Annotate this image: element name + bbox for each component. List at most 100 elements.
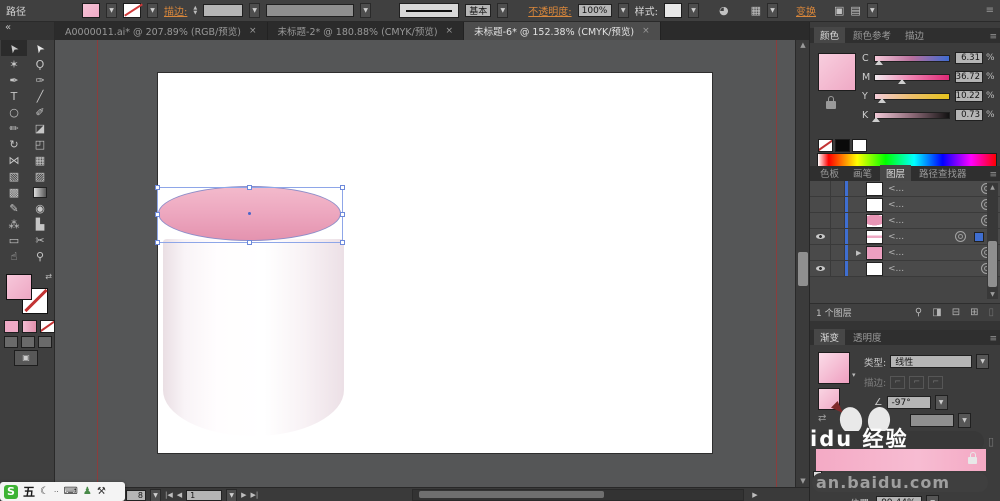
scroll-up-icon[interactable]: ▲	[796, 40, 810, 51]
style-swatch[interactable]	[664, 3, 682, 18]
layer-label[interactable]: <...	[888, 248, 981, 258]
direct-selection-tool[interactable]: ➤	[27, 40, 53, 56]
gradient-button[interactable]	[22, 320, 37, 333]
slice-tool[interactable]: ✂	[27, 232, 53, 248]
fill-color-swatch[interactable]	[82, 3, 100, 18]
layers-scroll-down-icon[interactable]: ▼	[987, 290, 998, 299]
type-dd-icon[interactable]: ▼	[976, 354, 989, 369]
layer-label[interactable]: <...	[888, 232, 955, 242]
opacity-dd-icon[interactable]: ▼	[618, 3, 629, 18]
tab-transparency[interactable]: 透明度	[847, 329, 888, 345]
lock-toggle[interactable]	[831, 181, 845, 196]
artboard-number-field[interactable]: 1	[186, 490, 222, 501]
sogou-logo-icon[interactable]: S	[4, 485, 18, 499]
channel-slider[interactable]	[874, 112, 950, 119]
layer-row-6[interactable]: ▶ <...	[810, 261, 1000, 277]
column-graph-tool[interactable]: ▙	[27, 216, 53, 232]
hand-tool[interactable]: ☝	[1, 248, 27, 264]
shape-builder-tool[interactable]: ▧	[1, 168, 27, 184]
stroke-along-icon[interactable]: ⌐	[909, 376, 924, 389]
handle-ne[interactable]	[340, 185, 345, 190]
stroke-weight-label[interactable]: 描边:	[164, 3, 187, 18]
doc-tab-1[interactable]: A0000011.ai* @ 207.89% (RGB/预览) ×	[55, 22, 268, 40]
delete-stop-icon[interactable]: ▯	[988, 435, 994, 448]
channel-value-field[interactable]: 10.22	[955, 90, 983, 102]
lasso-tool[interactable]: Ϙ	[27, 56, 53, 72]
doc-tab-3[interactable]: 未标题-6* @ 152.38% (CMYK/预览) ×	[464, 22, 661, 40]
pen-tool[interactable]: ✒	[1, 72, 27, 88]
new-layer-icon[interactable]: ⊞	[970, 307, 978, 318]
tab-color-guide[interactable]: 颜色参考	[847, 27, 897, 43]
location-field[interactable]: 99.44%	[876, 496, 922, 501]
tab-brushes[interactable]: 画笔	[847, 165, 878, 181]
stroke-dropdown-icon[interactable]: ▼	[147, 3, 158, 18]
prev-artboard-icon[interactable]: ◀	[177, 491, 182, 499]
stroke-across-icon[interactable]: ⌐	[928, 376, 943, 389]
gradient-swatch[interactable]	[818, 352, 850, 384]
slider-thumb-icon[interactable]	[872, 117, 880, 122]
gradient-type-select[interactable]: 线性	[890, 355, 972, 368]
eyedropper-tool[interactable]: ✎	[1, 200, 27, 216]
layer-row-2[interactable]: ▶ <...	[810, 197, 1000, 213]
ime-mode-label[interactable]: 五	[23, 483, 35, 500]
canvas-vscrollbar[interactable]: ▲ ▼	[795, 40, 809, 487]
scale-tool[interactable]: ◰	[27, 136, 53, 152]
doc-tab-close-icon[interactable]: ×	[249, 26, 257, 36]
tools-panel-header[interactable]: «	[0, 22, 54, 40]
layer-row-3[interactable]: ▶ <...	[810, 213, 1000, 229]
none-button[interactable]	[40, 320, 55, 333]
brush-definition-value[interactable]: 基本	[465, 4, 491, 17]
visibility-toggle[interactable]	[810, 229, 831, 244]
layers-panel-menu-icon[interactable]: ≡	[989, 170, 997, 180]
rotate-tool[interactable]: ↻	[1, 136, 27, 152]
canvas[interactable]	[55, 40, 795, 487]
layer-label[interactable]: <...	[888, 264, 981, 274]
fill-dropdown-icon[interactable]: ▼	[106, 3, 117, 18]
channel-value-field[interactable]: 0.73	[955, 109, 983, 121]
magic-wand-tool[interactable]: ✶	[1, 56, 27, 72]
selection-tool[interactable]: ➤	[1, 40, 27, 56]
layer-label[interactable]: <...	[888, 184, 981, 194]
distribute-icon[interactable]: ▤	[850, 4, 860, 17]
lock-toggle[interactable]	[831, 245, 845, 260]
angle-dd-icon[interactable]: ▼	[935, 395, 948, 410]
blend-tool[interactable]: ◉	[27, 200, 53, 216]
channel-value-field[interactable]: 6.31	[955, 52, 983, 64]
new-sublayer-icon[interactable]: ⊟	[952, 307, 960, 318]
black-swatch[interactable]	[835, 139, 850, 152]
lock-toggle[interactable]	[831, 213, 845, 228]
handle-s[interactable]	[247, 240, 252, 245]
layer-row-5[interactable]: ▶ <...	[810, 245, 1000, 261]
width-profile-dd-icon[interactable]: ▼	[360, 3, 371, 18]
transform-link[interactable]: 变换	[796, 3, 816, 18]
screen-mode-button[interactable]: ▣	[14, 350, 38, 366]
angle-field[interactable]: -97°	[887, 396, 931, 409]
tab-stroke[interactable]: 描边	[899, 27, 930, 43]
line-segment-tool[interactable]: ╱	[27, 88, 53, 104]
lock-toggle[interactable]	[831, 261, 845, 276]
cup-body-shape[interactable]	[163, 239, 344, 436]
paintbrush-tool[interactable]: ✐	[27, 104, 53, 120]
tab-swatches[interactable]: 色板	[814, 165, 845, 181]
artboard-dd-icon[interactable]: ▼	[226, 489, 237, 501]
keyboard-icon[interactable]: ⌨	[63, 486, 77, 497]
tab-layers[interactable]: 图层	[880, 165, 911, 181]
brush-dd-icon[interactable]: ▼	[497, 3, 508, 18]
zoom-tool[interactable]: ⚲	[27, 248, 53, 264]
layers-scrollbar[interactable]: ▲ ▼	[987, 183, 998, 299]
vscroll-thumb[interactable]	[798, 252, 808, 286]
ellipse-tool[interactable]: ○	[1, 104, 27, 120]
select-similar-icon[interactable]: ▦	[751, 4, 761, 17]
eraser-tool[interactable]: ◪	[27, 120, 53, 136]
layer-row-4[interactable]: ▶ <...	[810, 229, 1000, 245]
brush-stroke-preview[interactable]	[399, 3, 459, 18]
width-profile-field[interactable]	[266, 4, 354, 17]
layers-scroll-up-icon[interactable]: ▲	[987, 183, 998, 192]
handle-n[interactable]	[247, 185, 252, 190]
location-dd-icon[interactable]: ▼	[926, 495, 939, 501]
expand-arrow-icon[interactable]: ▶	[856, 249, 866, 257]
handle-nw[interactable]	[155, 185, 160, 190]
free-transform-tool[interactable]: ▦	[27, 152, 53, 168]
align-icon[interactable]: ▣	[834, 4, 844, 17]
make-clip-mask-icon[interactable]: ◨	[932, 307, 941, 318]
